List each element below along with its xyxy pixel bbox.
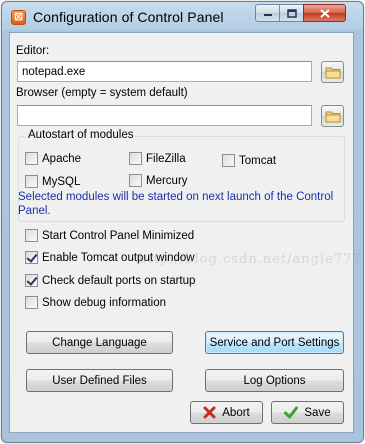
checkbox-box[interactable] (25, 229, 38, 242)
module-apache-checkbox[interactable]: Apache (25, 152, 81, 165)
option-start-minimized-checkbox[interactable]: Start Control Panel Minimized (25, 229, 194, 242)
module-filezilla-label: FileZilla (146, 152, 186, 165)
autostart-note: Selected modules will be started on next… (18, 191, 334, 217)
module-mysql-checkbox[interactable]: MySQL (25, 175, 80, 188)
abort-label: Abort (222, 406, 250, 419)
module-tomcat-checkbox[interactable]: Tomcat (222, 154, 276, 167)
module-tomcat-label: Tomcat (239, 154, 277, 167)
checkmark-icon (284, 406, 299, 419)
config-window: ⊠ Configuration of Control Panel Editor:… (1, 1, 364, 443)
module-mercury-checkbox[interactable]: Mercury (129, 174, 188, 187)
editor-label: Editor: (16, 45, 50, 57)
browser-label: Browser (empty = system default) (16, 87, 188, 99)
user-defined-files-button[interactable]: User Defined Files (26, 369, 173, 392)
option-debug-info-checkbox[interactable]: Show debug information (25, 296, 166, 309)
save-label: Save (304, 406, 331, 419)
abort-button[interactable]: Abort (190, 401, 263, 424)
editor-input[interactable] (17, 61, 312, 82)
editor-browse-button[interactable] (321, 61, 344, 83)
option-debug-info-label: Show debug information (42, 296, 167, 309)
maximize-icon (286, 8, 297, 18)
folder-icon (325, 67, 340, 78)
checkbox-box[interactable] (25, 152, 38, 165)
maximize-button[interactable] (279, 4, 304, 22)
option-start-minimized-label: Start Control Panel Minimized (42, 229, 195, 242)
module-filezilla-checkbox[interactable]: FileZilla (129, 152, 186, 165)
checkbox-box[interactable] (222, 154, 235, 167)
option-check-ports-checkbox[interactable]: Check default ports on startup (25, 274, 195, 287)
title-bar[interactable]: ⊠ Configuration of Control Panel (2, 2, 363, 32)
folder-icon (325, 111, 340, 122)
checkbox-box-checked[interactable] (25, 251, 38, 264)
module-apache-label: Apache (42, 152, 82, 165)
window-title: Configuration of Control Panel (33, 9, 224, 25)
watermark-text: http://blog.csdn.net/angle7777 (138, 252, 364, 267)
save-button[interactable]: Save (271, 401, 344, 424)
checkbox-box-checked[interactable] (25, 274, 38, 287)
xampp-logo-icon: ⊠ (11, 10, 26, 25)
minimize-button[interactable] (255, 4, 280, 22)
change-language-button[interactable]: Change Language (26, 331, 173, 354)
browser-browse-button[interactable] (321, 105, 344, 127)
checkbox-box[interactable] (129, 152, 142, 165)
close-icon (319, 8, 330, 18)
module-mysql-label: MySQL (42, 175, 81, 188)
close-button[interactable] (303, 4, 346, 22)
client-area: Editor: Browser (empty = system default)… (9, 32, 363, 433)
minimize-icon (263, 14, 272, 16)
abort-x-icon (203, 406, 216, 419)
autostart-group-title: Autostart of modules (26, 129, 136, 141)
checkbox-box[interactable] (25, 296, 38, 309)
service-port-settings-button[interactable]: Service and Port Settings (205, 331, 344, 354)
browser-input[interactable] (17, 105, 312, 126)
checkbox-box[interactable] (25, 175, 38, 188)
checkbox-box[interactable] (129, 174, 142, 187)
option-check-ports-label: Check default ports on startup (42, 274, 196, 287)
module-mercury-label: Mercury (146, 174, 188, 187)
log-options-button[interactable]: Log Options (205, 369, 344, 392)
